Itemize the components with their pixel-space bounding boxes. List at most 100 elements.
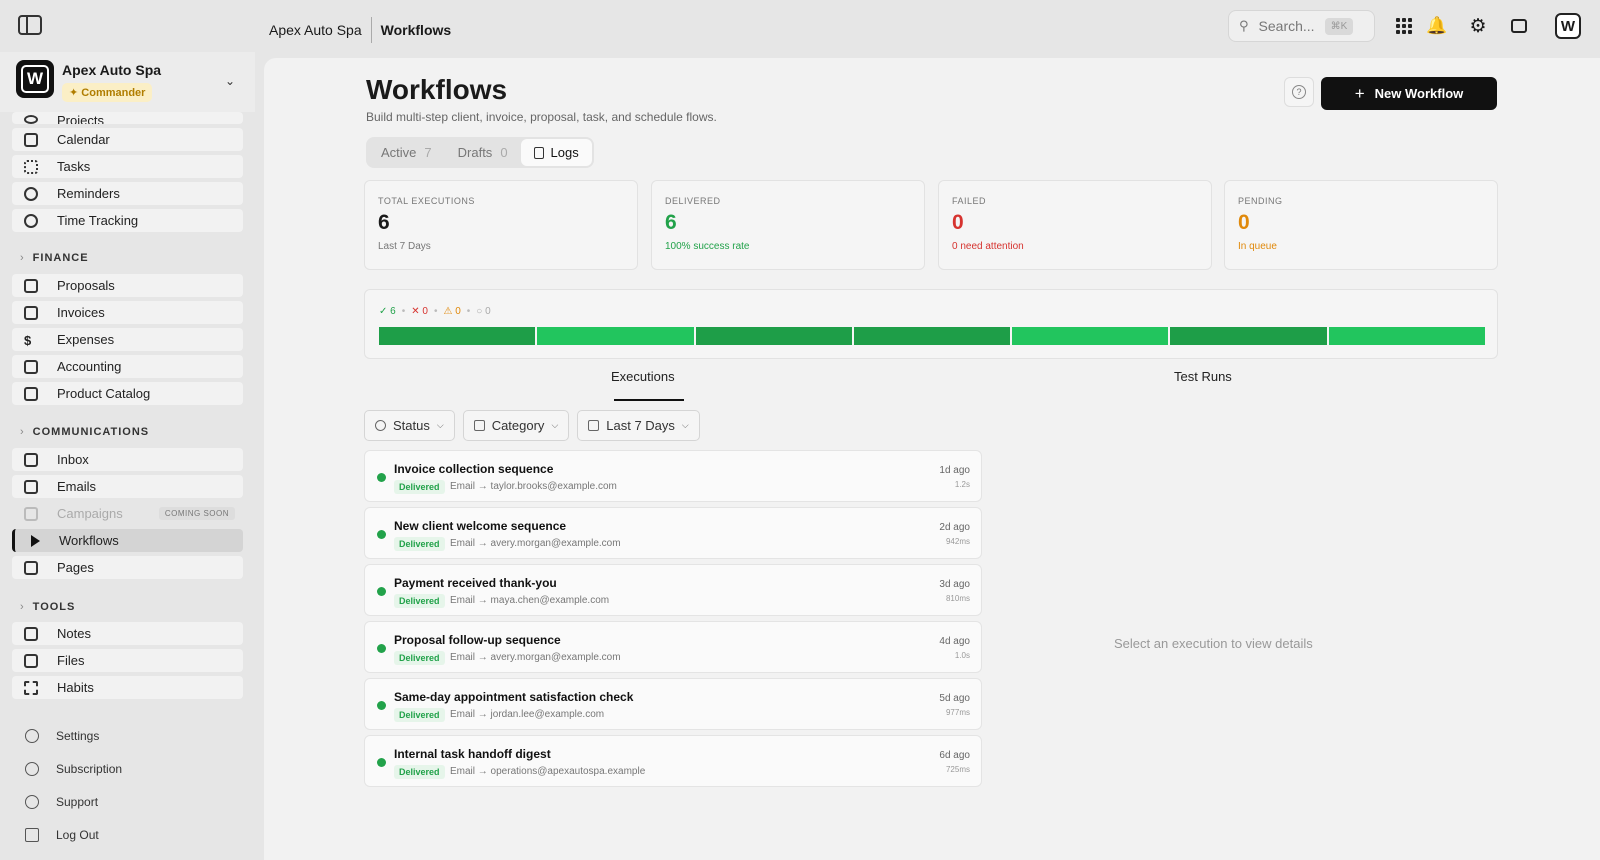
execution-row[interactable]: Invoice collection sequence Delivered Em…: [364, 450, 982, 502]
breadcrumb-org[interactable]: Apex Auto Spa: [269, 22, 362, 38]
shapes-icon: [473, 420, 485, 431]
sidebar-item-time-tracking[interactable]: Time Tracking: [12, 209, 243, 232]
sidebar-item-invoices[interactable]: Invoices: [12, 301, 243, 324]
sidebar-item-calendar[interactable]: Calendar: [12, 128, 243, 151]
workspace-name: Apex Auto Spa: [62, 62, 162, 78]
sidebar-item-emails[interactable]: Emails: [12, 475, 243, 498]
help-icon: ?: [1292, 85, 1306, 99]
timeline-bar[interactable]: [379, 327, 536, 345]
apps-grid-icon[interactable]: [1391, 13, 1417, 39]
check-circle-icon: [375, 420, 386, 431]
execution-row[interactable]: Internal task handoff digest Delivered E…: [364, 735, 982, 787]
timeline-bar[interactable]: [1170, 327, 1327, 345]
stat-total-executions: TOTAL EXECUTIONS 6 Last 7 Days: [364, 180, 638, 270]
tab-logs[interactable]: Logs: [520, 139, 592, 166]
sidebar-item-proposals[interactable]: Proposals: [12, 274, 243, 297]
help-button[interactable]: ?: [1284, 77, 1314, 107]
page-title: Workflows: [366, 74, 508, 105]
sidebar-item-inbox[interactable]: Inbox: [12, 448, 243, 471]
role-badge: ✦ Commander: [62, 83, 153, 102]
play-icon: [31, 534, 40, 547]
timeline-bar[interactable]: [853, 327, 1011, 345]
execution-row[interactable]: Payment received thank-you Delivered Ema…: [364, 564, 982, 616]
timeline-bar[interactable]: [1328, 327, 1485, 345]
sidebar-item-support[interactable]: Support: [25, 795, 98, 809]
filter-bar: Status ⌵ Category ⌵ Last 7 Days ⌵: [364, 410, 700, 441]
sidebar-item-habits[interactable]: Habits: [12, 676, 243, 699]
timeline-bar[interactable]: [1012, 327, 1169, 345]
detail-empty-state: Select an execution to view details: [1114, 636, 1313, 651]
status-badge: Delivered: [394, 480, 445, 494]
view-tabs: Active 7 Drafts 0 Logs: [366, 137, 594, 168]
category-filter[interactable]: Category ⌵: [462, 410, 570, 441]
stat-failed: FAILED 0 0 need attention: [938, 180, 1212, 270]
execution-row[interactable]: Same-day appointment satisfaction check …: [364, 678, 982, 730]
chevron-down-icon[interactable]: ⌄: [225, 74, 235, 88]
workspace-logo: W: [16, 60, 54, 98]
tab-drafts[interactable]: Drafts 0: [445, 139, 521, 166]
inbox-icon: [24, 452, 38, 467]
catalog-icon: [24, 386, 38, 401]
status-badge: Delivered: [394, 765, 445, 779]
folder-icon: [24, 653, 38, 668]
tab-active[interactable]: Active 7: [368, 139, 445, 166]
sidebar-item-accounting[interactable]: Accounting: [12, 355, 243, 378]
sidebar-item-settings[interactable]: Settings: [25, 729, 99, 743]
top-bar: Apex Auto Spa Workflows ⚲ Search... ⌘K 🔔…: [0, 0, 1600, 52]
tab-test-runs[interactable]: Test Runs: [1174, 369, 1232, 384]
status-dot: [377, 530, 386, 539]
sidebar-item-projects[interactable]: Projects: [12, 112, 243, 124]
bell-icon[interactable]: 🔔: [1424, 13, 1450, 39]
tab-executions[interactable]: Executions: [611, 369, 675, 384]
main-panel: Workflows Build multi-step client, invoi…: [264, 58, 1600, 860]
status-badge: Delivered: [394, 537, 445, 551]
sidebar-item-pages[interactable]: Pages: [12, 556, 243, 579]
headset-icon: [25, 795, 39, 809]
timeline-bar[interactable]: [695, 327, 852, 345]
sidebar-item-files[interactable]: Files: [12, 649, 243, 672]
execution-row[interactable]: New client welcome sequence Delivered Em…: [364, 507, 982, 559]
section-communications[interactable]: › COMMUNICATIONS: [20, 426, 149, 438]
status-dot: [377, 758, 386, 767]
section-finance[interactable]: › FINANCE: [20, 252, 89, 264]
search-placeholder: Search...: [1258, 18, 1315, 34]
execution-timeline: ✓ 6 • ✕ 0 • ⚠ 0 • ○ 0: [364, 289, 1498, 359]
avatar[interactable]: W: [1555, 13, 1581, 39]
sidebar-item-tasks[interactable]: Tasks: [12, 155, 243, 178]
sidebar-toggle-icon[interactable]: [18, 15, 42, 35]
stat-value: 6: [378, 211, 390, 234]
sidebar-item-workflows[interactable]: Workflows: [12, 529, 243, 552]
execution-row[interactable]: Proposal follow-up sequence Delivered Em…: [364, 621, 982, 673]
dollar-off-icon: $: [24, 332, 32, 348]
coming-soon-badge: COMING SOON: [158, 507, 235, 520]
search-input[interactable]: ⚲ Search... ⌘K: [1228, 10, 1375, 42]
timeline-bar[interactable]: [537, 327, 694, 345]
invoice-icon: [24, 305, 38, 320]
alarm-clock-icon: [24, 186, 38, 201]
status-badge: Delivered: [394, 651, 445, 665]
section-tools[interactable]: › TOOLS: [20, 601, 75, 613]
sidebar-item-reminders[interactable]: Reminders: [12, 182, 243, 205]
sidebar-item-notes[interactable]: Notes: [12, 622, 243, 645]
breadcrumb-current: Workflows: [380, 22, 452, 38]
browser-icon: [24, 560, 38, 575]
plus-icon: +: [1354, 83, 1365, 103]
calendar-icon: [588, 420, 600, 431]
detail-tabs: Executions Test Runs: [366, 358, 1498, 402]
stat-value: 0: [952, 211, 964, 234]
workspace-switcher[interactable]: W Apex Auto Spa ✦ Commander ⌄: [0, 52, 255, 112]
status-filter[interactable]: Status ⌵: [364, 410, 455, 441]
date-range-filter[interactable]: Last 7 Days ⌵: [577, 410, 700, 441]
sidebar-item-subscription[interactable]: Subscription: [25, 762, 122, 776]
gear-icon[interactable]: ⚙: [1465, 13, 1491, 39]
sidebar-item-campaigns: Campaigns COMING SOON: [12, 502, 243, 525]
mail-icon: [24, 479, 38, 494]
repeat-icon: [24, 680, 38, 695]
chevron-down-icon: ⌵: [681, 420, 689, 430]
sidebar-item-log-out[interactable]: Log Out: [25, 828, 99, 842]
timeline-bars: [379, 327, 1485, 345]
chat-icon[interactable]: [1506, 13, 1532, 39]
sidebar-item-expenses[interactable]: $ Expenses: [12, 328, 243, 351]
sidebar-item-product-catalog[interactable]: Product Catalog: [12, 382, 243, 405]
new-workflow-button[interactable]: + New Workflow: [1321, 77, 1497, 110]
